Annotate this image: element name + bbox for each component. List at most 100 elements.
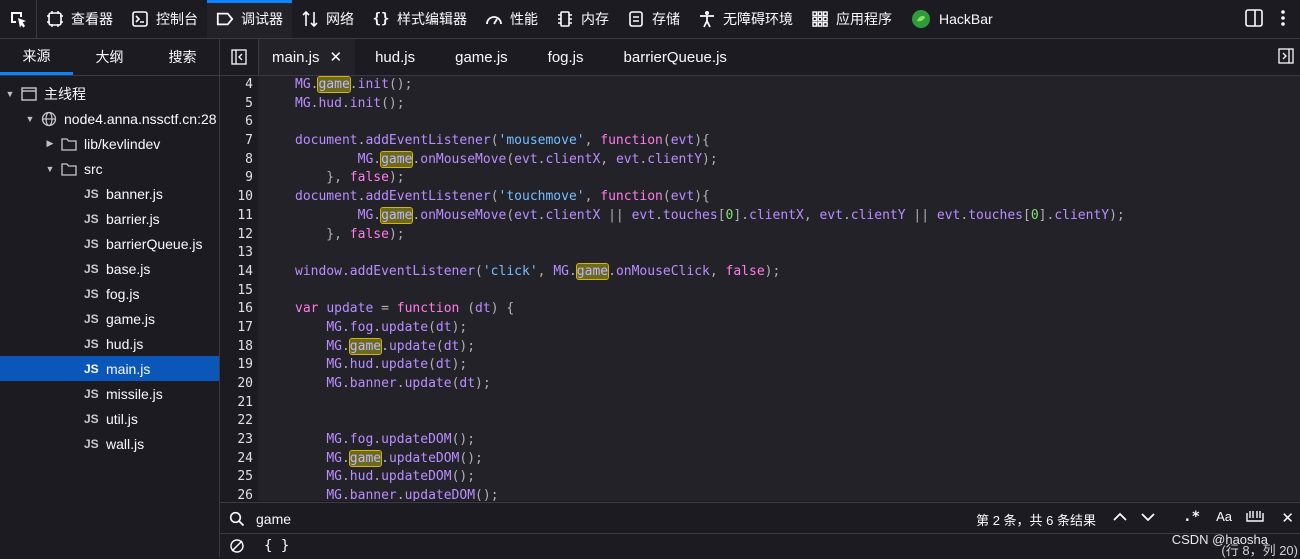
tab-style-editor[interactable]: {} 样式编辑器 [363,0,476,38]
tab-application[interactable]: 应用程序 [802,0,901,38]
element-picker-button[interactable] [0,0,37,38]
tab-network[interactable]: 网络 [292,0,363,38]
line-number[interactable]: 21 [220,394,253,413]
tree-item-file[interactable]: JS base.js [0,256,219,281]
line-number[interactable]: 23 [220,431,253,450]
tab-outline[interactable]: 大纲 [73,39,146,75]
line-number[interactable]: 4 [220,76,253,95]
toggle-sources-sidebar-button[interactable] [220,39,259,75]
line-number[interactable]: 6 [220,113,253,132]
code-line[interactable]: 19 MG.hud.update(dt); [220,356,1300,375]
tree-item-main-thread[interactable]: ▼ 主线程 [0,81,219,106]
code-line[interactable]: 9 }, false); [220,169,1300,188]
tab-inspector[interactable]: 查看器 [37,0,122,38]
editor-tab[interactable]: hud.js [355,39,435,75]
tab-sources[interactable]: 来源 [0,39,73,75]
code-line[interactable]: 7 document.addEventListener('mousemove', … [220,132,1300,151]
code-view[interactable]: 4 MG.game.init(); 5 MG.hud.init(); 6 7 documen… [220,76,1300,501]
line-source: MG.game.onMouseMove(evt.clientX || evt.t… [357,206,1125,224]
code-line[interactable]: 11 MG.game.onMouseMove(evt.clientX || ev… [220,206,1300,226]
tab-search[interactable]: 搜索 [146,39,219,75]
code-line[interactable]: 21 [220,394,1300,413]
code-line[interactable]: 18 MG.game.update(dt); [220,337,1300,357]
find-input[interactable] [254,509,858,528]
tree-item-file[interactable]: JS barrierQueue.js [0,231,219,256]
tree-item-file[interactable]: JS wall.js [0,431,219,456]
code-line[interactable]: 6 [220,113,1300,132]
code-line[interactable]: 14 window.addEventListener('click', MG.ga… [220,262,1300,282]
code-line[interactable]: 26 MG.banner.updateDOM(); [220,487,1300,501]
tree-item-file-selected[interactable]: JS main.js [0,356,219,381]
tab-storage[interactable]: 存储 [618,0,689,38]
code-line[interactable]: 25 MG.hud.updateDOM(); [220,468,1300,487]
tree-item-host[interactable]: ▼ node4.anna.nssctf.cn:28 [0,106,219,131]
code-line[interactable]: 20 MG.banner.update(dt); [220,375,1300,394]
whole-word-toggle[interactable] [1246,509,1264,528]
tab-debugger[interactable]: 调试器 [207,0,292,38]
tab-performance[interactable]: 性能 [476,0,547,38]
line-number[interactable]: 7 [220,132,253,151]
line-number[interactable]: 22 [220,412,253,431]
editor-tab[interactable]: fog.js [528,39,604,75]
more-options-icon[interactable] [1280,8,1286,31]
line-source: }, false); [295,170,405,186]
code-line[interactable]: 10 document.addEventListener('touchmove',… [220,188,1300,207]
code-line[interactable]: 17 MG.fog.update(dt); [220,319,1300,338]
tab-console[interactable]: 控制台 [122,0,207,38]
regex-toggle[interactable]: .* [1183,509,1200,525]
tab-memory[interactable]: 内存 [547,0,618,38]
pretty-print-button[interactable]: { } [264,538,289,554]
tree-item-file[interactable]: JS missile.js [0,381,219,406]
line-number[interactable]: 19 [220,356,253,375]
find-previous-button[interactable] [1112,509,1128,528]
close-find-bar-button[interactable]: ✕ [1281,509,1294,527]
line-number[interactable]: 8 [220,151,253,170]
code-line[interactable]: 8 MG.game.onMouseMove(evt.clientX, evt.c… [220,150,1300,170]
line-number[interactable]: 24 [220,450,253,469]
line-number[interactable]: 25 [220,468,253,487]
editor-tab[interactable]: barrierQueue.js [604,39,747,75]
line-number[interactable]: 13 [220,244,253,263]
code-line[interactable]: 22 [220,412,1300,431]
line-source: MG.banner.update(dt); [326,376,491,391]
tree-item-file[interactable]: JS fog.js [0,281,219,306]
tree-item-file[interactable]: JS hud.js [0,331,219,356]
line-number[interactable]: 15 [220,282,253,301]
code-line[interactable]: 24 MG.game.updateDOM(); [220,449,1300,469]
line-number[interactable]: 20 [220,375,253,394]
line-number[interactable]: 10 [220,188,253,207]
find-next-button[interactable] [1140,509,1156,528]
editor-tab[interactable]: game.js [435,39,528,75]
code-line[interactable]: 15 [220,282,1300,301]
line-number[interactable]: 11 [220,207,253,226]
match-case-toggle[interactable]: Aa [1216,509,1232,524]
tree-item-file[interactable]: JS barrier.js [0,206,219,231]
editor-tab-active[interactable]: main.js ✕ [259,39,356,75]
close-tab-icon[interactable]: ✕ [330,48,343,66]
code-line[interactable]: 16 var update = function (dt) { [220,300,1300,319]
js-file-icon: JS [84,386,99,401]
dock-side-icon[interactable] [1244,8,1264,31]
code-line[interactable]: 5 MG.hud.init(); [220,95,1300,114]
line-number[interactable]: 16 [220,300,253,319]
line-number[interactable]: 5 [220,95,253,114]
code-line[interactable]: 12 }, false); [220,226,1300,245]
tab-hackbar[interactable]: HackBar [901,0,1002,38]
code-line[interactable]: 23 MG.fog.updateDOM(); [220,431,1300,450]
toggle-debug-sidebar-button[interactable] [1278,48,1294,67]
tree-item-folder-lib[interactable]: ▶ lib/kevlindev [0,131,219,156]
line-number[interactable]: 14 [220,263,253,282]
blackbox-icon[interactable] [229,538,245,554]
line-number[interactable]: 12 [220,226,253,245]
code-line[interactable]: 13 [220,244,1300,263]
line-number[interactable]: 9 [220,169,253,188]
line-number[interactable]: 26 [220,487,253,501]
tree-item-file[interactable]: JS game.js [0,306,219,331]
tree-item-file[interactable]: JS banner.js [0,181,219,206]
line-number[interactable]: 17 [220,319,253,338]
code-line[interactable]: 4 MG.game.init(); [220,76,1300,95]
tab-accessibility[interactable]: 无障碍环境 [689,0,802,38]
line-number[interactable]: 18 [220,338,253,357]
tree-item-folder-src[interactable]: ▼ src [0,156,219,181]
tree-item-file[interactable]: JS util.js [0,406,219,431]
